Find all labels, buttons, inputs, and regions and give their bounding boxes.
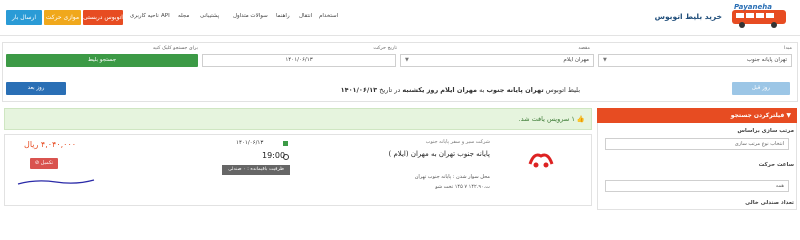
nav-account[interactable]: ناحیه کاربری	[130, 13, 159, 19]
capacity-badge: ظرفیت باقیمانده : ۰ صندلی	[222, 165, 290, 175]
logo-text: Payaneha	[734, 3, 772, 11]
caret-down-icon: ▼	[786, 112, 791, 119]
origin-select[interactable]: تهران پایانه جنوب ▼	[598, 54, 792, 67]
site-title: خرید بلیط اتوبوس	[654, 12, 722, 21]
prev-day-button[interactable]: روز قبل	[732, 82, 790, 95]
date-input[interactable]: ۱۴۰۱/۰۶/۱۳	[202, 54, 396, 67]
date-label: تاریخ حرکت	[373, 46, 397, 51]
time-select[interactable]: همه	[605, 180, 789, 192]
nav-api[interactable]: API	[161, 13, 170, 19]
date-value: ۱۴۰۱/۰۶/۱۳	[285, 57, 313, 63]
full-status-label: تکمیل	[40, 160, 54, 166]
result-card	[4, 134, 592, 206]
parallel-move-button[interactable]: موازی حرکت	[44, 10, 81, 25]
route-title: بلیط اتوبوس تهران پایانه جنوب به مهران ا…	[340, 86, 580, 94]
time-label: ساعت حرکت	[758, 162, 794, 168]
nav-transfer[interactable]: انتقال	[299, 13, 312, 19]
origin-value: تهران پایانه جنوب	[746, 57, 787, 63]
next-day-button[interactable]: روز بعد	[6, 82, 66, 95]
route-name: پایانه جنوب تهران به مهران (ایلام )	[388, 150, 490, 158]
top-header: ارسال بار موازی حرکت اتوبوس دربستی ناحیه…	[0, 0, 800, 36]
scribble-underline	[16, 176, 96, 186]
cargo-button[interactable]: ارسال بار	[6, 10, 42, 25]
thumbs-up-icon: 👍	[576, 115, 585, 123]
nav-magazine[interactable]: مجله	[178, 13, 189, 19]
origin-label: مبدا	[784, 46, 792, 51]
bus-company-logo	[528, 150, 554, 168]
chevron-down-icon: ▼	[603, 57, 607, 63]
sort-label: مرتب سازی براساس	[737, 128, 794, 134]
calendar-icon	[283, 141, 288, 146]
destination-select[interactable]: مهران ایلام ▼	[400, 54, 594, 67]
seats-label: تعداد صندلی خالی	[745, 200, 794, 206]
nav-support[interactable]: پشتیبانی	[200, 13, 219, 19]
nav-guide[interactable]: راهنما	[276, 13, 290, 19]
departure-date: ۱۴۰۱/۰۶/۱۳	[236, 140, 264, 146]
full-status-button[interactable]: ⊘ تکمیل	[30, 158, 58, 169]
filter-header[interactable]: ▼ فیلترکردن جستجو	[597, 108, 797, 123]
results-found-text: ۱ سرویس یافت شد.	[518, 115, 575, 123]
ticket-price: ۴,۰۴۰,۰۰۰ ریال	[24, 140, 77, 149]
nav-careers[interactable]: استخدام	[319, 13, 338, 19]
destination-label: مقصد	[578, 46, 590, 51]
filter-title: فیلترکردن جستجو	[730, 112, 785, 119]
bus-info: ت.۱۴۲.۹۰ ۷ ۱۴۵ تخت شو	[435, 184, 490, 190]
nav-faq[interactable]: سوالات متداول	[233, 13, 268, 19]
departure-time: 19:00	[262, 151, 286, 160]
chevron-down-icon: ▼	[405, 57, 409, 63]
company-name: شرکت سیر و سفر پایانه جنوب	[425, 139, 490, 145]
search-hint: برای جستجو کلیک کنید	[152, 46, 198, 51]
sort-select[interactable]: انتخاب نوع مرتب سازی	[605, 138, 789, 150]
payaneha-logo[interactable]: Payaneha	[728, 2, 792, 32]
search-button[interactable]: جستجو بلیط	[6, 54, 198, 67]
results-found-bar: 👍 ۱ سرویس یافت شد.	[4, 108, 592, 130]
destination-value: مهران ایلام	[563, 57, 589, 63]
boarding-location: محل سوار شدن : پایانه جنوب تهران	[414, 174, 490, 180]
charter-bus-button[interactable]: اتوبوس دربستی	[83, 10, 123, 25]
ban-icon: ⊘	[34, 160, 40, 166]
